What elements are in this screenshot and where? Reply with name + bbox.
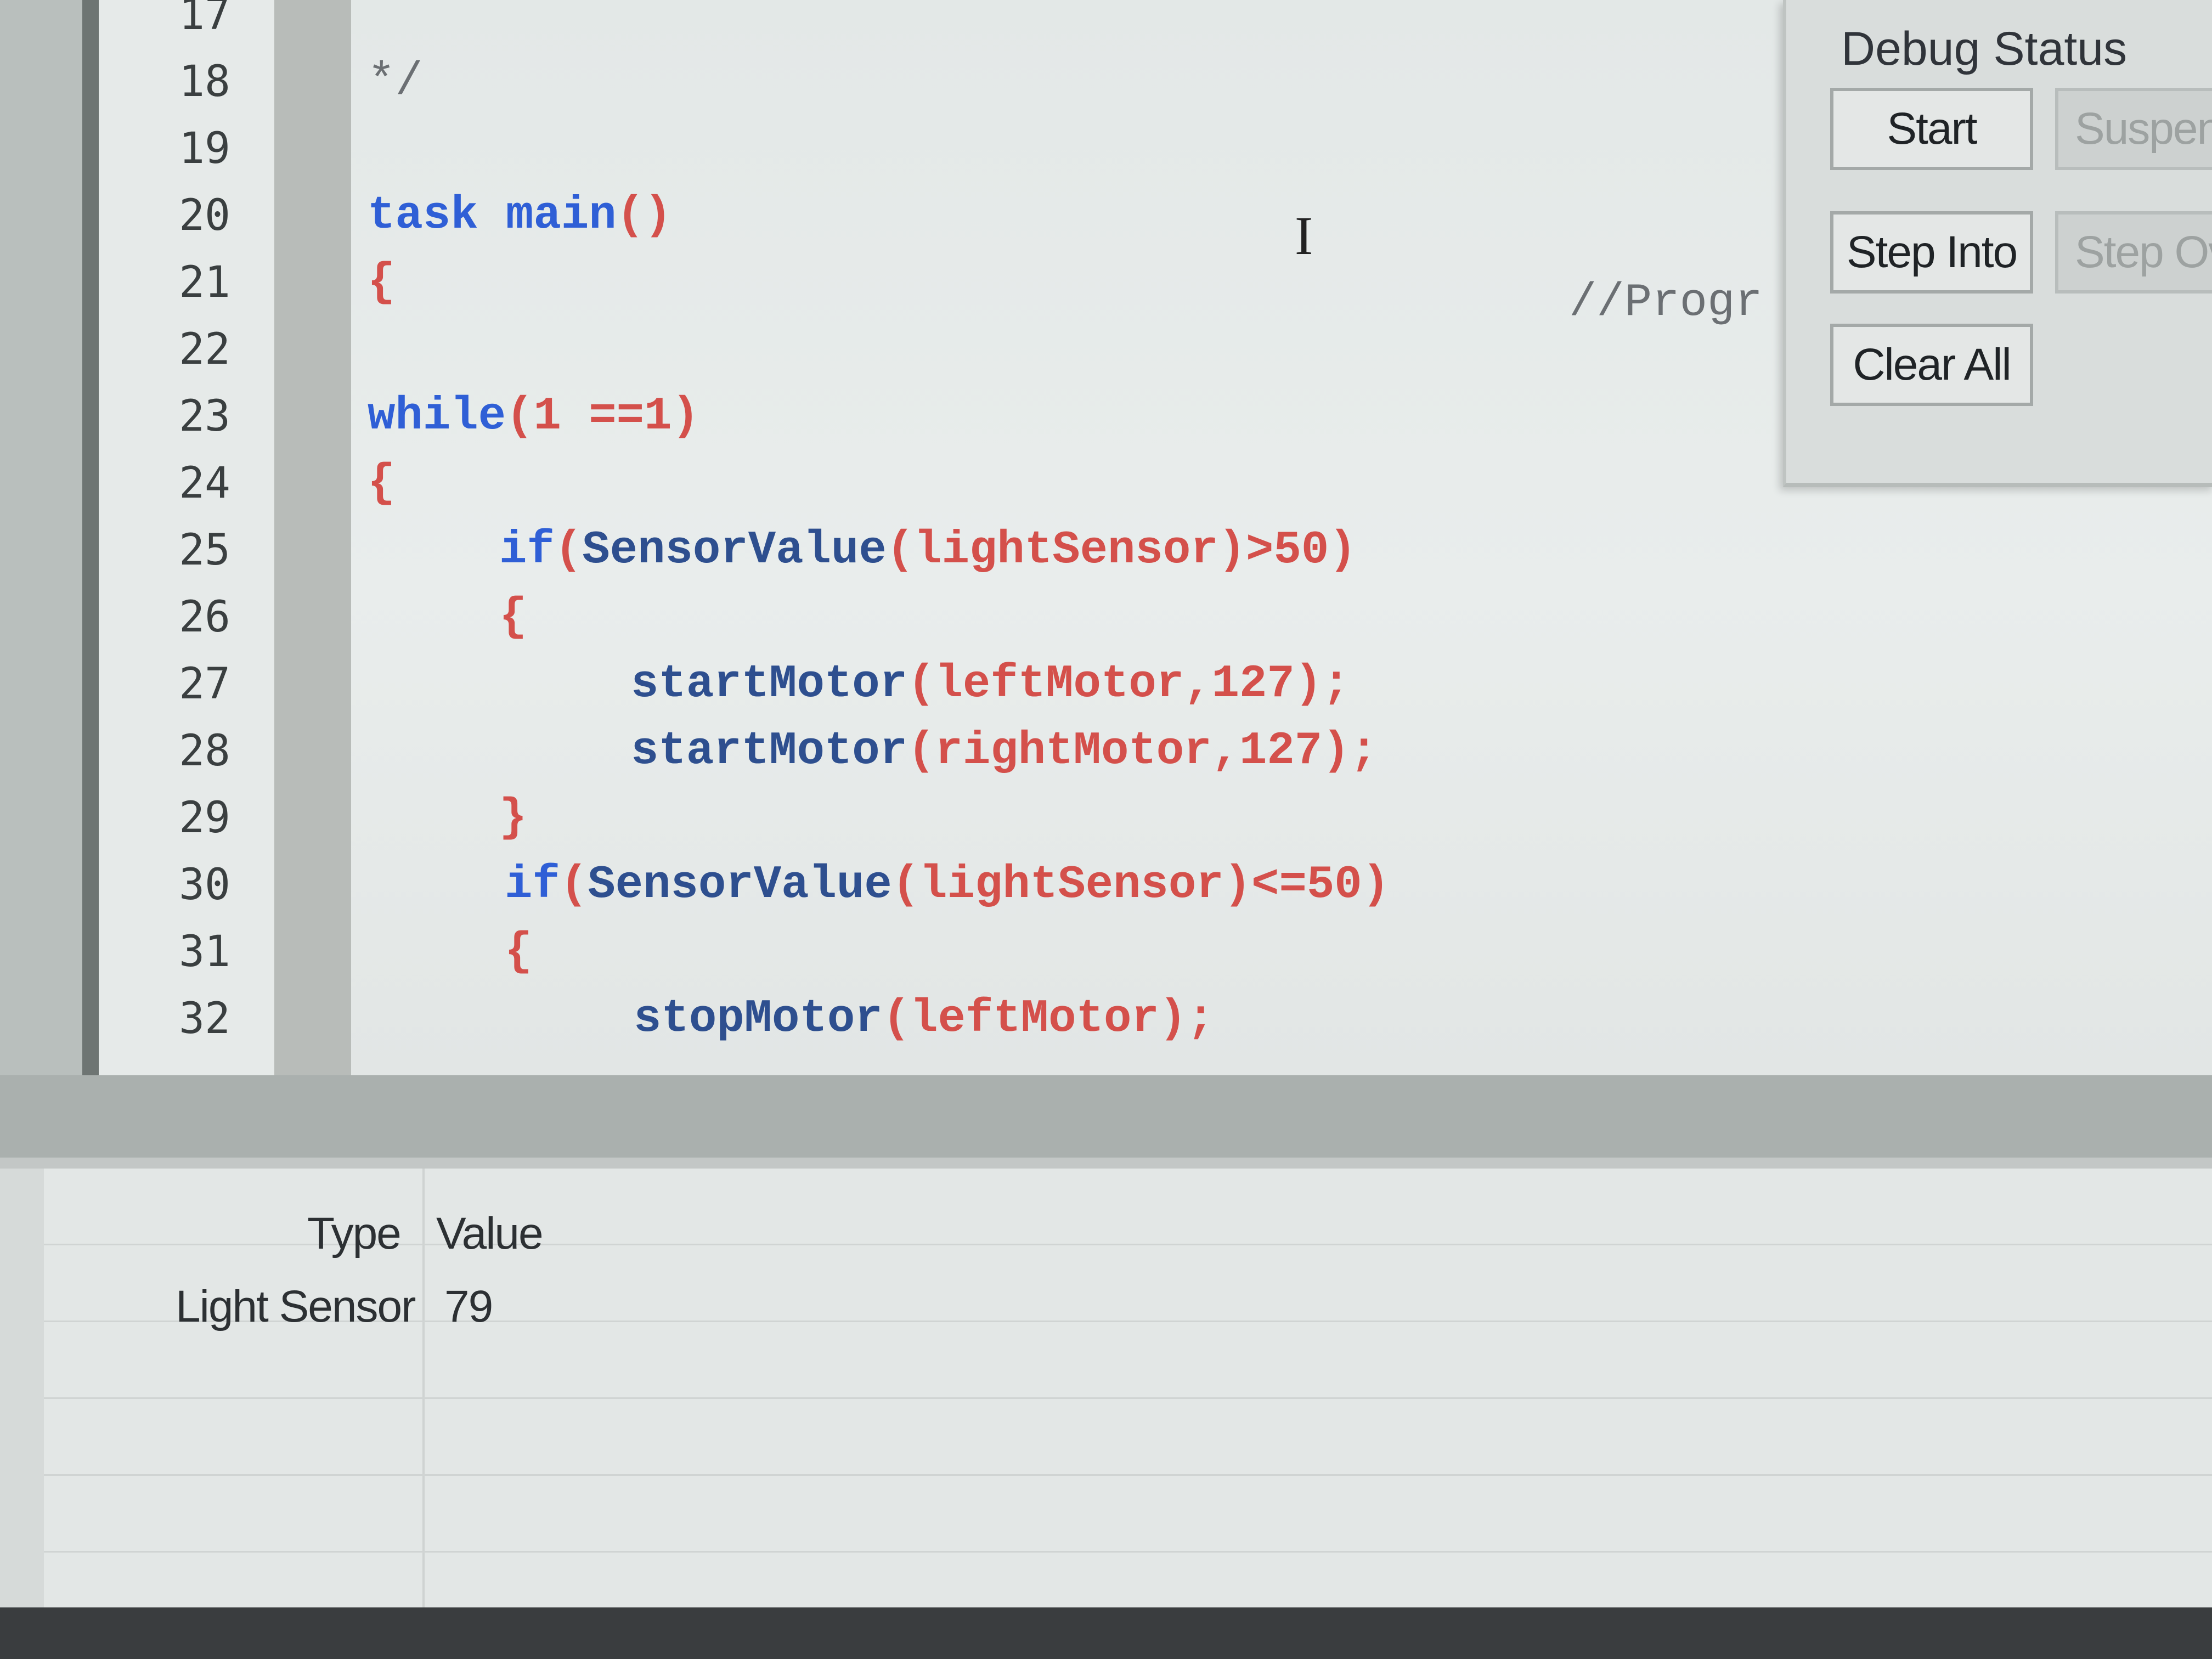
code-line[interactable]: {	[505, 926, 532, 978]
code-line[interactable]: stopMotor(leftMotor);	[634, 993, 1215, 1045]
code-token: */	[368, 56, 423, 108]
line-number: 17	[179, 0, 230, 40]
watch-gutter	[0, 1169, 44, 1659]
code-line[interactable]: {	[368, 458, 395, 510]
code-token: if	[499, 524, 555, 577]
debug-status-title: Debug Status	[1841, 22, 2128, 75]
line-number: 25	[179, 526, 230, 575]
line-number: 21	[179, 258, 230, 307]
code-line[interactable]: if(SensorValue(lightSensor)<=50)	[505, 859, 1390, 911]
code-token: (	[554, 524, 583, 577]
step-over-button[interactable]: Step Ov	[2055, 211, 2212, 294]
debug-status-panel: Debug Status Start Suspen Step Into Step…	[1783, 0, 2212, 487]
code-token: (	[560, 859, 588, 911]
code-line[interactable]: {	[368, 257, 395, 309]
empty-row	[44, 1476, 2212, 1553]
line-number: 18	[179, 57, 230, 106]
code-token: SensorValue	[588, 859, 892, 911]
code-token: SensorValue	[582, 524, 887, 577]
line-number: 31	[179, 927, 230, 977]
inline-comment: //Progr	[1569, 277, 1763, 329]
watch-header-row: Type Value	[44, 1169, 2212, 1259]
code-token: (leftMotor,127);	[907, 658, 1350, 710]
code-line[interactable]: task main()	[368, 190, 672, 242]
clear-all-button[interactable]: Clear All	[1830, 324, 2033, 406]
line-number: 19	[179, 124, 230, 173]
empty-row	[44, 1399, 2212, 1476]
table-row[interactable]: Light Sensor 79	[44, 1245, 2212, 1331]
line-number: 30	[179, 860, 230, 910]
line-number: 20	[179, 191, 230, 240]
line-number: 27	[179, 659, 230, 709]
code-token: {	[505, 926, 533, 978]
code-token: (lightSensor)<=50)	[891, 859, 1390, 911]
code-line[interactable]: if(SensorValue(lightSensor)>50)	[499, 524, 1357, 577]
sensor-watch-panel: Type Value Light Sensor 79	[0, 1169, 2212, 1659]
editor-left-frame-edge	[82, 0, 99, 1075]
code-token: (rightMotor,127);	[907, 725, 1378, 777]
line-number: 24	[179, 459, 230, 508]
code-token: if	[505, 859, 560, 911]
code-line[interactable]: */	[368, 56, 423, 108]
step-into-button[interactable]: Step Into	[1830, 211, 2033, 294]
code-line[interactable]: {	[499, 591, 527, 644]
code-token: task main	[368, 190, 617, 242]
code-token: stopMotor	[634, 993, 883, 1045]
line-number: 26	[179, 592, 230, 642]
code-line[interactable]: while(1 ==1)	[368, 391, 699, 443]
panel-splitter-edge	[0, 1158, 2212, 1169]
start-button[interactable]: Start	[1830, 88, 2033, 170]
code-token: {	[499, 591, 527, 644]
code-token: startMotor	[631, 658, 908, 710]
monitor-bezel	[0, 1607, 2212, 1659]
line-number: 28	[179, 726, 230, 776]
line-number: 29	[179, 793, 230, 843]
code-token: {	[368, 257, 396, 309]
line-number: 23	[179, 392, 230, 441]
breakpoint-margin[interactable]	[274, 0, 351, 1075]
text-cursor-icon: I	[1295, 205, 1313, 266]
code-line[interactable]: startMotor(leftMotor,127);	[631, 658, 1350, 710]
line-number: 32	[179, 994, 230, 1043]
line-number: 22	[179, 325, 230, 374]
code-token: startMotor	[631, 725, 908, 777]
code-line[interactable]: startMotor(rightMotor,127);	[631, 725, 1378, 777]
suspend-button[interactable]: Suspen	[2055, 88, 2212, 170]
code-token: (lightSensor)>50)	[886, 524, 1357, 577]
code-token: }	[499, 792, 527, 844]
code-token: (1 ==1)	[506, 391, 699, 443]
code-token: {	[368, 458, 396, 510]
code-token: ()	[616, 190, 672, 242]
code-line[interactable]: }	[499, 792, 527, 844]
code-token: (leftMotor);	[882, 993, 1215, 1045]
panel-splitter[interactable]	[0, 1075, 2212, 1158]
code-token: while	[368, 391, 506, 443]
empty-row	[44, 1322, 2212, 1399]
